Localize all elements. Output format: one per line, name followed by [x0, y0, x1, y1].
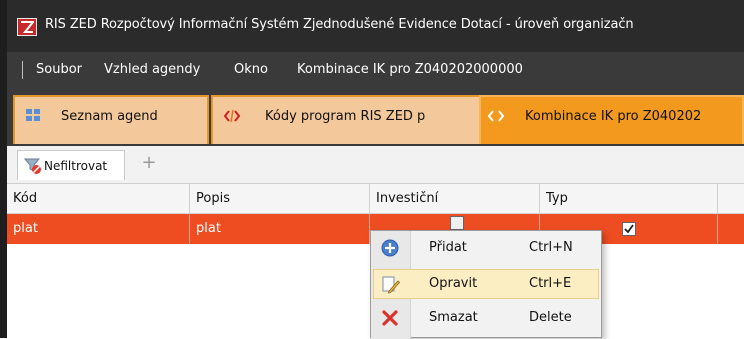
add-icon — [381, 239, 399, 261]
tab-seznam-agend[interactable]: Seznam agend — [13, 95, 209, 144]
delete-icon — [381, 309, 399, 331]
context-menu-label: Opravit — [429, 276, 478, 291]
filter-bar: Nefiltrovat + — [7, 146, 744, 184]
menu-bar: Soubor Vzhled agendy Okno Kombinace IK p… — [7, 52, 744, 88]
context-menu-item-opravit[interactable]: Opravit Ctrl+E — [373, 269, 599, 299]
tab-kombinace-ik[interactable]: Kombinace IK pro Z040202 — [479, 95, 744, 144]
document-tab-strip: Seznam agend Kódy program RIS ZED p Komb… — [7, 88, 744, 146]
context-menu-item-smazat[interactable]: Smazat Delete — [373, 303, 599, 333]
menu-item-kombinace[interactable]: Kombinace IK pro Z040202000000 — [297, 62, 523, 77]
menu-item-vzhled-agendy[interactable]: Vzhled agendy — [104, 62, 200, 77]
menu-separator — [22, 61, 23, 79]
window-left-edge — [0, 0, 7, 338]
context-menu-shortcut: Delete — [529, 310, 572, 325]
typ-checkbox[interactable] — [622, 222, 636, 236]
grid-icon — [25, 108, 41, 126]
window-title: RIS ZED Rozpočtový Informační Systém Zje… — [45, 17, 634, 32]
app-window: RIS ZED Rozpočtový Informační Systém Zje… — [0, 0, 744, 339]
filter-off-icon — [23, 157, 42, 178]
context-menu-label: Přidat — [429, 240, 467, 255]
tab-label: Kódy program RIS ZED p — [265, 109, 426, 124]
column-header-typ[interactable]: Typ — [540, 184, 718, 214]
code-icon — [223, 108, 241, 128]
column-header-kod[interactable]: Kód — [7, 184, 190, 214]
cell-kod[interactable]: plat — [7, 214, 190, 244]
cell-popis[interactable]: plat — [190, 214, 370, 244]
tab-label: Kombinace IK pro Z040202 — [525, 109, 702, 124]
context-menu-label: Smazat — [429, 310, 478, 325]
tab-kody-program[interactable]: Kódy program RIS ZED p — [211, 95, 481, 144]
context-menu-shortcut: Ctrl+E — [529, 276, 572, 291]
cell-filler — [718, 214, 744, 244]
context-menu-item-pridat[interactable]: Přidat Ctrl+N — [373, 233, 599, 263]
app-logo-icon — [17, 18, 37, 36]
tab-label: Seznam agend — [61, 109, 158, 124]
add-filter-button[interactable]: + — [139, 151, 159, 175]
code-icon — [487, 108, 505, 128]
column-header-investicni[interactable]: Investiční — [370, 184, 540, 214]
context-menu-shortcut: Ctrl+N — [529, 240, 573, 255]
column-header-popis[interactable]: Popis — [190, 184, 370, 214]
edit-icon — [382, 276, 401, 298]
context-menu: Přidat Ctrl+N Opravit Ctrl+E Smazat Dele… — [370, 230, 602, 339]
grid-header: Kód Popis Investiční Typ — [7, 184, 744, 214]
filter-tab-label: Nefiltrovat — [44, 159, 108, 173]
column-header-filler — [718, 184, 744, 214]
filter-tab-nefiltrovat[interactable]: Nefiltrovat — [17, 150, 125, 180]
menu-item-okno[interactable]: Okno — [234, 62, 268, 77]
title-bar[interactable]: RIS ZED Rozpočtový Informační Systém Zje… — [7, 0, 744, 52]
investicni-checkbox[interactable] — [450, 216, 464, 230]
menu-item-soubor[interactable]: Soubor — [36, 62, 82, 77]
